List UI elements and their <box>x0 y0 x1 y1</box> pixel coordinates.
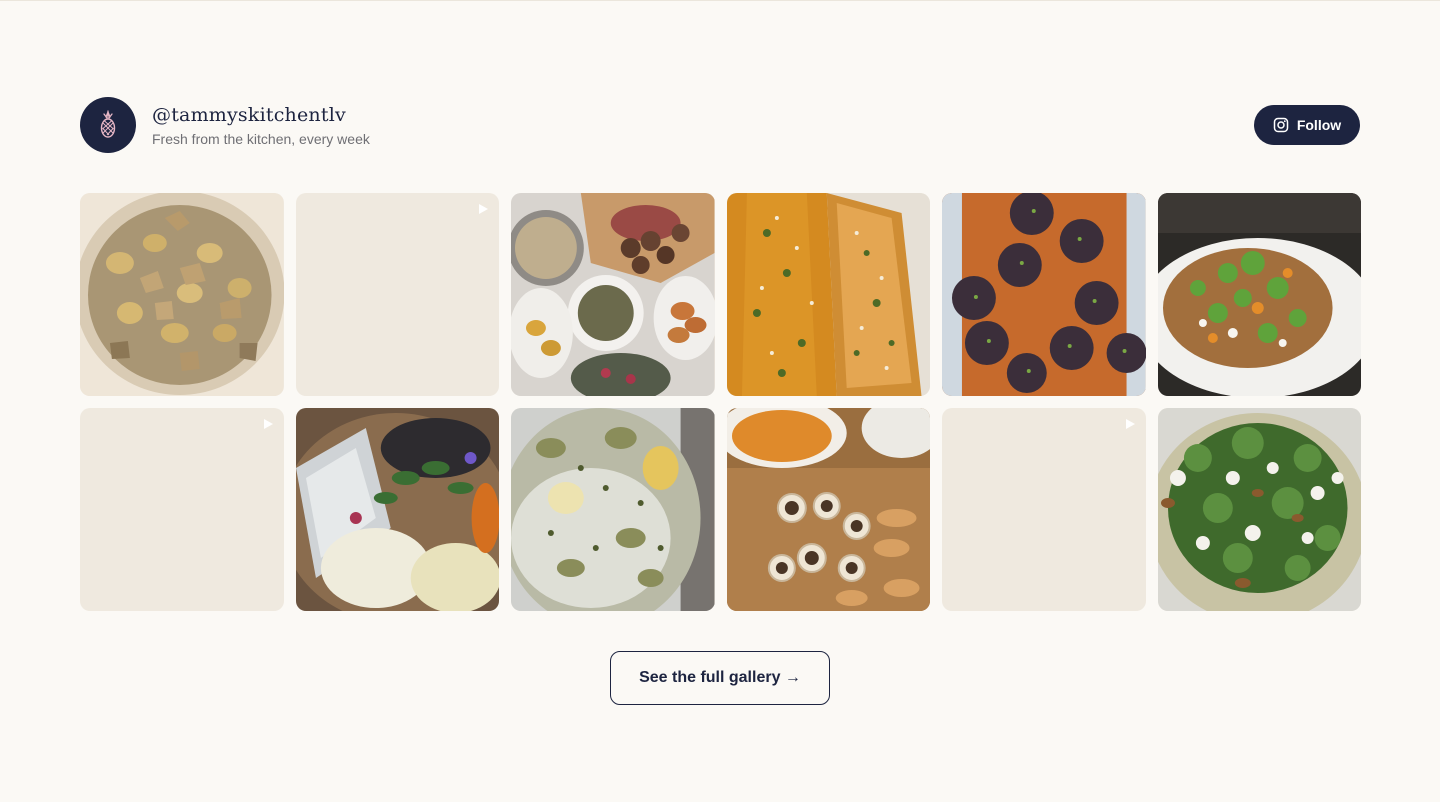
tile-truffle-gnocchi[interactable] <box>80 193 284 396</box>
tile-sesame-squash[interactable] <box>726 193 930 396</box>
tile-meat-spread[interactable] <box>511 193 715 396</box>
follow-label: Follow <box>1296 117 1342 133</box>
gallery-button-label: See the full gallery → <box>639 669 801 686</box>
play-icon <box>262 418 274 430</box>
tile-black-kibbeh[interactable] <box>942 193 1146 396</box>
tile-herb-salad[interactable] <box>1157 193 1361 396</box>
tile-carpaccio[interactable] <box>1157 408 1361 611</box>
photo-black-kibbeh <box>942 193 1146 396</box>
photo-bone-marrow <box>726 408 930 611</box>
tile-video-1[interactable] <box>295 193 499 396</box>
profile-handle[interactable]: @tammyskitchentlv <box>152 103 370 127</box>
tile-video-3[interactable] <box>942 408 1146 611</box>
avatar[interactable] <box>80 97 136 153</box>
photo-truffle-gnocchi <box>80 193 284 396</box>
profile-header: @tammyskitchentlv Fresh from the kitchen… <box>80 97 370 153</box>
photo-artichoke-fish <box>511 408 715 611</box>
play-icon <box>477 203 489 215</box>
pineapple-icon <box>97 110 119 140</box>
play-icon <box>1124 418 1136 430</box>
tile-video-2[interactable] <box>80 408 284 611</box>
profile-tagline: Fresh from the kitchen, every week <box>152 130 370 147</box>
photo-sesame-squash <box>726 193 930 396</box>
see-full-gallery-button[interactable]: See the full gallery → <box>610 651 830 705</box>
follow-button[interactable]: Follow <box>1254 105 1360 145</box>
tile-artichoke-fish[interactable] <box>511 408 715 611</box>
photo-cheese-board <box>295 408 499 611</box>
instagram-icon <box>1273 117 1289 133</box>
photo-grid <box>80 193 1361 611</box>
tile-bone-marrow[interactable] <box>726 408 930 611</box>
tile-cheese-board[interactable] <box>295 408 499 611</box>
photo-carpaccio <box>1157 408 1361 611</box>
photo-herb-salad <box>1157 193 1361 396</box>
photo-meat-spread <box>511 193 715 396</box>
top-divider <box>0 0 1440 1</box>
